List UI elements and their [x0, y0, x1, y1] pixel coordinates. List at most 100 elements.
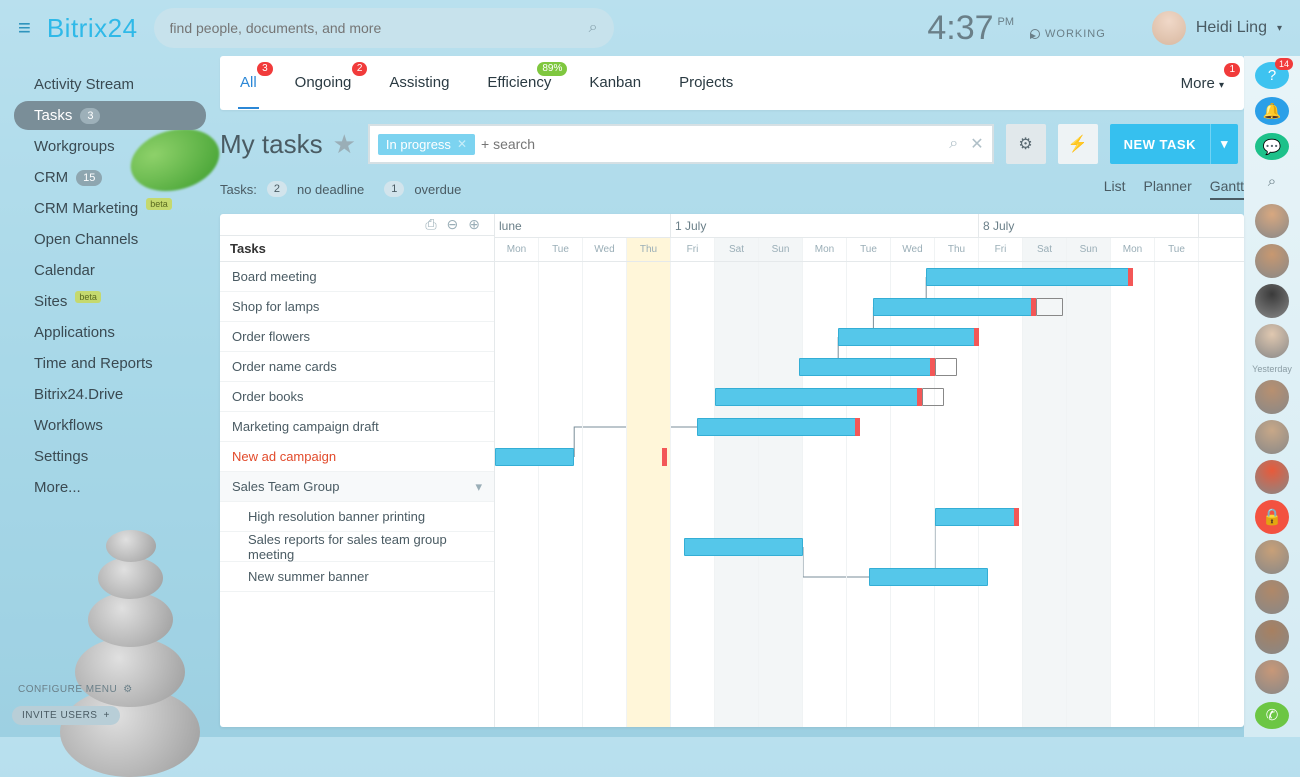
gantt-bar[interactable]: [684, 538, 803, 556]
view-list[interactable]: List: [1104, 178, 1126, 200]
no-deadline-label[interactable]: no deadline: [297, 182, 364, 197]
overdue-count[interactable]: 1: [384, 181, 404, 197]
task-row[interactable]: Order name cards: [220, 352, 494, 382]
contact-avatar[interactable]: [1255, 420, 1289, 454]
zoom-out-icon[interactable]: ⊖: [447, 216, 459, 233]
gantt-panel: ⎙ ⊖ ⊕ Tasks lune1 July8 July MonTueWedTh…: [220, 214, 1244, 727]
global-search[interactable]: ⌕: [154, 8, 614, 48]
settings-button[interactable]: ⚙: [1006, 124, 1046, 164]
gantt-bar[interactable]: [799, 358, 935, 376]
global-search-input[interactable]: [170, 20, 589, 36]
task-row[interactable]: High resolution banner printing: [220, 502, 494, 532]
contact-avatar[interactable]: [1255, 284, 1289, 318]
more-badge: 1: [1224, 63, 1240, 77]
task-row[interactable]: Order books: [220, 382, 494, 412]
call-button[interactable]: ✆: [1255, 702, 1289, 729]
contact-avatar[interactable]: [1255, 580, 1289, 614]
user-name: Heidi Ling: [1196, 19, 1267, 37]
clock-widget[interactable]: 4:37 PM WORKING: [927, 9, 1105, 48]
day-header: Mon: [495, 238, 539, 261]
contact-avatar[interactable]: [1255, 244, 1289, 278]
invite-users-button[interactable]: INVITE USERS +: [12, 706, 120, 725]
new-task-dropdown[interactable]: ▾: [1210, 124, 1238, 164]
tab-badge: 3: [257, 62, 273, 76]
configure-menu-button[interactable]: CONFIGURE MENU ⚙: [12, 684, 208, 695]
logo[interactable]: Bitrix24: [47, 13, 138, 44]
contact-avatar[interactable]: [1255, 324, 1289, 358]
task-row[interactable]: Shop for lamps: [220, 292, 494, 322]
search-icon[interactable]: ⌕: [949, 135, 958, 153]
lock-button[interactable]: 🔒: [1255, 500, 1289, 534]
tab-efficiency[interactable]: Efficiency89%: [485, 58, 553, 109]
chat-button[interactable]: 💬: [1255, 133, 1289, 160]
contact-avatar[interactable]: [1255, 660, 1289, 694]
sidebar-item-calendar[interactable]: Calendar: [14, 256, 206, 285]
chevron-down-icon[interactable]: ▾: [475, 479, 482, 495]
gantt-bar[interactable]: [869, 568, 988, 586]
gantt-bar[interactable]: [495, 448, 574, 466]
gantt-bar[interactable]: [922, 388, 944, 406]
task-row[interactable]: Order flowers: [220, 322, 494, 352]
notifications-button[interactable]: 🔔: [1255, 97, 1289, 124]
print-icon[interactable]: ⎙: [425, 216, 436, 233]
sidebar-item-bitrix24-drive[interactable]: Bitrix24.Drive: [14, 380, 206, 409]
gantt-bar[interactable]: [873, 298, 1036, 316]
view-gantt[interactable]: Gantt: [1210, 178, 1244, 200]
task-row[interactable]: Board meeting: [220, 262, 494, 292]
star-icon[interactable]: ★: [333, 129, 356, 160]
sidebar-item-tasks[interactable]: Tasks3: [14, 101, 206, 130]
sidebar-item-more-[interactable]: More...: [14, 473, 206, 502]
sidebar-item-workflows[interactable]: Workflows: [14, 411, 206, 440]
filter-box[interactable]: In progress✕ ⌕ ✕: [368, 124, 994, 164]
sidebar-item-open-channels[interactable]: Open Channels: [14, 225, 206, 254]
help-button[interactable]: ?14: [1255, 62, 1289, 89]
tabs-more[interactable]: More ▾ 1: [1179, 59, 1226, 108]
gantt-bar[interactable]: [1036, 298, 1062, 316]
gantt-bar[interactable]: [935, 358, 957, 376]
gantt-bar[interactable]: [935, 508, 1019, 526]
contact-avatar[interactable]: [1255, 204, 1289, 238]
new-task-button[interactable]: NEW TASK ▾: [1110, 124, 1238, 164]
contact-avatar[interactable]: [1255, 380, 1289, 414]
overdue-label[interactable]: overdue: [414, 182, 461, 197]
clear-filter-icon[interactable]: ✕: [970, 134, 983, 154]
contact-avatar[interactable]: [1255, 460, 1289, 494]
contact-avatar[interactable]: [1255, 540, 1289, 574]
play-icon: [1030, 29, 1040, 39]
gantt-bar[interactable]: [662, 448, 666, 466]
tab-assisting[interactable]: Assisting: [387, 58, 451, 109]
filter-search-input[interactable]: [481, 136, 943, 152]
sidebar-item-workgroups[interactable]: Workgroups: [14, 132, 206, 161]
sidebar-item-time-and-reports[interactable]: Time and Reports: [14, 349, 206, 378]
task-row[interactable]: New summer banner: [220, 562, 494, 592]
sidebar-item-activity-stream[interactable]: Activity Stream: [14, 70, 206, 99]
sidebar-item-sites[interactable]: Sitesbeta: [14, 287, 206, 316]
gantt-bar[interactable]: [697, 418, 860, 436]
task-row[interactable]: Marketing campaign draft: [220, 412, 494, 442]
task-row[interactable]: New ad campaign: [220, 442, 494, 472]
tab-projects[interactable]: Projects: [677, 58, 735, 109]
search-icon[interactable]: ⌕: [589, 19, 598, 37]
zoom-in-icon[interactable]: ⊕: [468, 216, 480, 233]
search-button[interactable]: ⌕: [1255, 168, 1289, 195]
tab-all[interactable]: All3: [238, 58, 259, 109]
sidebar-item-crm[interactable]: CRM15: [14, 163, 206, 192]
menu-toggle-icon[interactable]: ≡: [18, 15, 31, 41]
sidebar-item-applications[interactable]: Applications: [14, 318, 206, 347]
gantt-bar[interactable]: [715, 388, 922, 406]
contact-avatar[interactable]: [1255, 620, 1289, 654]
tab-kanban[interactable]: Kanban: [587, 58, 643, 109]
task-group-row[interactable]: Sales Team Group▾: [220, 472, 494, 502]
no-deadline-count[interactable]: 2: [267, 181, 287, 197]
filter-tag[interactable]: In progress✕: [378, 134, 475, 155]
user-menu[interactable]: Heidi Ling ▾: [1152, 11, 1282, 45]
sidebar-item-settings[interactable]: Settings: [14, 442, 206, 471]
task-row[interactable]: Sales reports for sales team group meeti…: [220, 532, 494, 562]
tab-ongoing[interactable]: Ongoing2: [293, 58, 354, 109]
automation-button[interactable]: ⚡: [1058, 124, 1098, 164]
gantt-bar[interactable]: [926, 268, 1133, 286]
gantt-bar[interactable]: [838, 328, 979, 346]
sidebar-item-crm-marketing[interactable]: CRM Marketingbeta: [14, 194, 206, 223]
view-planner[interactable]: Planner: [1143, 178, 1191, 200]
close-icon[interactable]: ✕: [457, 137, 467, 151]
